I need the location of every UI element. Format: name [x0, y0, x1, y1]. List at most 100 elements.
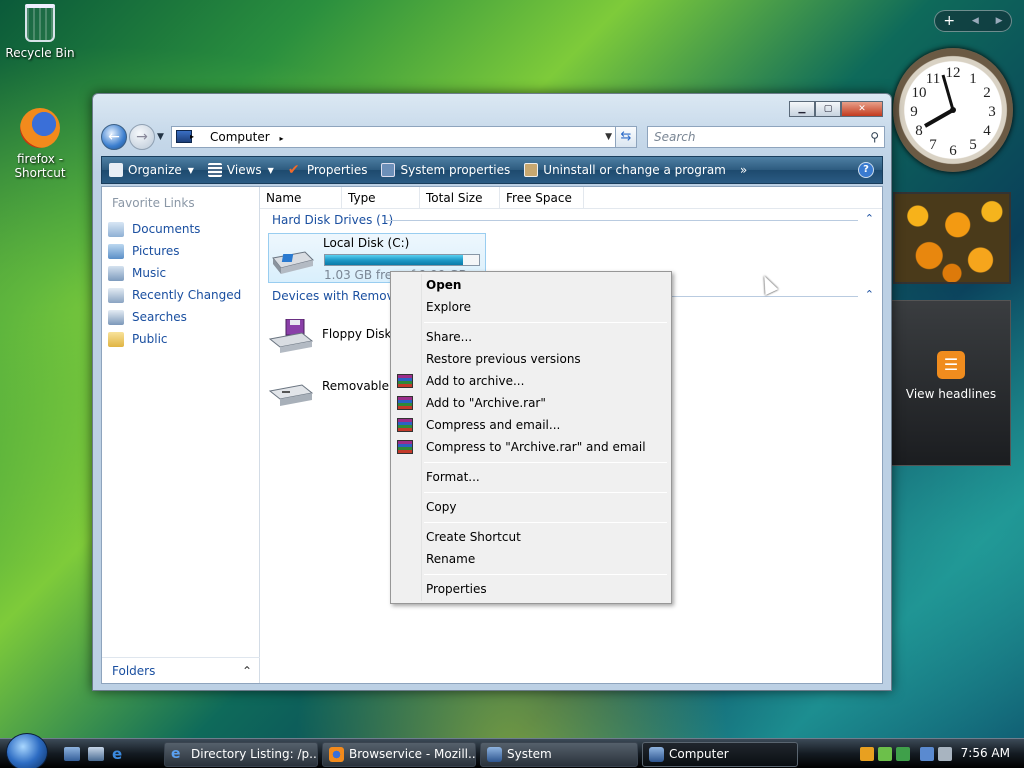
system-properties-button[interactable]: System properties — [374, 157, 517, 183]
menu-item-properties[interactable]: Properties — [393, 578, 669, 600]
clock-numeral: 1 — [969, 71, 977, 87]
network-icon[interactable] — [920, 747, 934, 761]
back-button[interactable]: ← — [101, 124, 127, 150]
menu-item-create-shortcut[interactable]: Create Shortcut — [393, 526, 669, 548]
internet-explorer-icon[interactable]: e — [112, 747, 128, 762]
clock-numeral: 9 — [910, 104, 918, 120]
winrar-icon — [397, 396, 413, 410]
switch-windows-icon[interactable] — [88, 747, 104, 761]
folders-toggle[interactable]: Folders ⌃ — [102, 657, 260, 683]
slideshow-gadget[interactable] — [893, 192, 1011, 284]
address-bar[interactable]: ▸ Computer ▸ ▼ — [171, 126, 617, 148]
taskbar-button-directory-listing[interactable]: e Directory Listing: /p... — [164, 742, 318, 767]
menu-item-open[interactable]: Open — [393, 274, 669, 296]
add-gadget-button[interactable]: + — [943, 13, 955, 29]
volume-muted-icon[interactable] — [938, 747, 952, 761]
minimize-button[interactable]: ▁ — [789, 101, 815, 117]
security-center-icon[interactable] — [896, 747, 910, 761]
command-bar: Organize ▼ Views ▼ ✔ Properties System p… — [101, 156, 883, 184]
pictures-icon — [108, 243, 124, 259]
address-separator[interactable]: ▸ — [273, 134, 283, 143]
address-separator[interactable]: ▸ — [190, 127, 194, 147]
sidebar-item-recently-changed[interactable]: Recently Changed — [108, 285, 241, 305]
clock-numeral: 10 — [912, 85, 927, 101]
menu-item-share[interactable]: Share... — [393, 326, 669, 348]
views-button[interactable]: Views ▼ — [201, 157, 281, 183]
sidebar-item-searches[interactable]: Searches — [108, 307, 187, 327]
taskbar-button-label: Computer — [669, 747, 729, 761]
menu-item-format[interactable]: Format... — [393, 466, 669, 488]
navigation-bar: ← → ▼ ▸ Computer ▸ ▼ ⇆ Search ⚲ — [101, 124, 885, 152]
collapse-group-chevron-icon[interactable]: ⌃ — [865, 212, 874, 225]
system-icon — [487, 747, 502, 762]
sidebar-item-documents[interactable]: Documents — [108, 219, 200, 239]
taskbar-button-label: System — [507, 747, 552, 761]
feed-headlines-gadget[interactable]: ☰ View headlines — [891, 300, 1011, 466]
group-header-removable-storage[interactable]: Devices with Removab — [272, 289, 409, 303]
refresh-button[interactable]: ⇆ — [615, 126, 637, 148]
help-button[interactable]: ? — [858, 162, 874, 178]
views-icon — [207, 163, 222, 177]
address-dropdown-icon[interactable]: ▼ — [605, 127, 612, 147]
close-button[interactable]: ✕ — [841, 101, 883, 117]
menu-separator — [424, 522, 667, 523]
column-header-type[interactable]: Type — [342, 187, 420, 209]
menu-item-explore[interactable]: Explore — [393, 296, 669, 318]
column-header-free-space[interactable]: Free Space — [500, 187, 584, 209]
uninstall-program-button[interactable]: Uninstall or change a program — [517, 157, 733, 183]
firefox-shortcut-desktop-icon[interactable]: firefox - Shortcut — [0, 108, 80, 180]
group-header-hard-disk-drives[interactable]: Hard Disk Drives (1) — [272, 213, 393, 227]
properties-button[interactable]: ✔ Properties — [281, 157, 375, 183]
music-icon — [108, 265, 124, 281]
show-desktop-icon[interactable] — [64, 747, 80, 761]
maximize-button[interactable]: ▢ — [815, 101, 841, 117]
sidebar-item-pictures[interactable]: Pictures — [108, 241, 180, 261]
more-commands-button[interactable]: » — [733, 157, 754, 183]
sidebar-item-music[interactable]: Music — [108, 263, 166, 283]
clock-gadget[interactable]: 12 1 2 3 4 5 6 7 8 9 10 11 — [893, 48, 1013, 172]
address-path[interactable]: Computer — [200, 130, 270, 144]
forward-button[interactable]: → — [129, 124, 155, 150]
menu-item-add-to-archive-rar[interactable]: Add to "Archive.rar" — [393, 392, 669, 414]
folders-label: Folders — [112, 663, 156, 678]
clock-numeral: 4 — [983, 123, 991, 139]
recent-pages-dropdown[interactable]: ▼ — [157, 132, 164, 142]
organize-button[interactable]: Organize ▼ — [102, 157, 201, 183]
taskbar-button-computer[interactable]: Computer — [642, 742, 798, 767]
prev-gadget-button[interactable]: ◀ — [972, 16, 979, 26]
menu-item-copy[interactable]: Copy — [393, 496, 669, 518]
start-button[interactable] — [6, 733, 48, 768]
column-header-name[interactable]: Name — [260, 187, 342, 209]
sidebar-item-public[interactable]: Public — [108, 329, 168, 349]
view-headlines-label: View headlines — [905, 387, 997, 401]
winrar-icon — [397, 440, 413, 454]
menu-item-label: Add to "Archive.rar" — [426, 396, 546, 410]
search-input[interactable]: Search ⚲ — [647, 126, 885, 148]
security-shield-icon[interactable] — [860, 747, 874, 761]
system-properties-icon — [381, 163, 396, 177]
system-clock[interactable]: 7:56 AM — [961, 746, 1010, 760]
recycle-bin-icon — [25, 4, 55, 42]
clock-numeral: 2 — [983, 85, 991, 101]
menu-item-compress-to-archive-rar-and-email[interactable]: Compress to "Archive.rar" and email — [393, 436, 669, 458]
recycle-bin-desktop-icon[interactable]: Recycle Bin — [0, 4, 80, 60]
taskbar: e e Directory Listing: /p... Browservice… — [0, 733, 1024, 768]
next-gadget-button[interactable]: ▶ — [996, 16, 1003, 26]
column-header-total-size[interactable]: Total Size — [420, 187, 500, 209]
winrar-icon — [397, 418, 413, 432]
collapse-group-chevron-icon[interactable]: ⌃ — [865, 288, 874, 301]
taskbar-button-system[interactable]: System — [480, 742, 638, 767]
column-headers: Name Type Total Size Free Space — [260, 187, 882, 209]
winrar-icon — [397, 374, 413, 388]
sidebar-item-label: Documents — [132, 222, 201, 236]
menu-item-restore-previous-versions[interactable]: Restore previous versions — [393, 348, 669, 370]
menu-item-compress-and-email[interactable]: Compress and email... — [393, 414, 669, 436]
disk-usage-fill — [325, 255, 464, 265]
windows-update-icon[interactable] — [878, 747, 892, 761]
taskbar-button-browservice[interactable]: Browservice - Mozill... — [322, 742, 476, 767]
search-icon[interactable]: ⚲ — [870, 127, 879, 147]
menu-item-rename[interactable]: Rename — [393, 548, 669, 570]
menu-item-add-to-archive[interactable]: Add to archive... — [393, 370, 669, 392]
organize-label: Organize — [128, 163, 182, 177]
disk-usage-bar — [324, 254, 480, 266]
